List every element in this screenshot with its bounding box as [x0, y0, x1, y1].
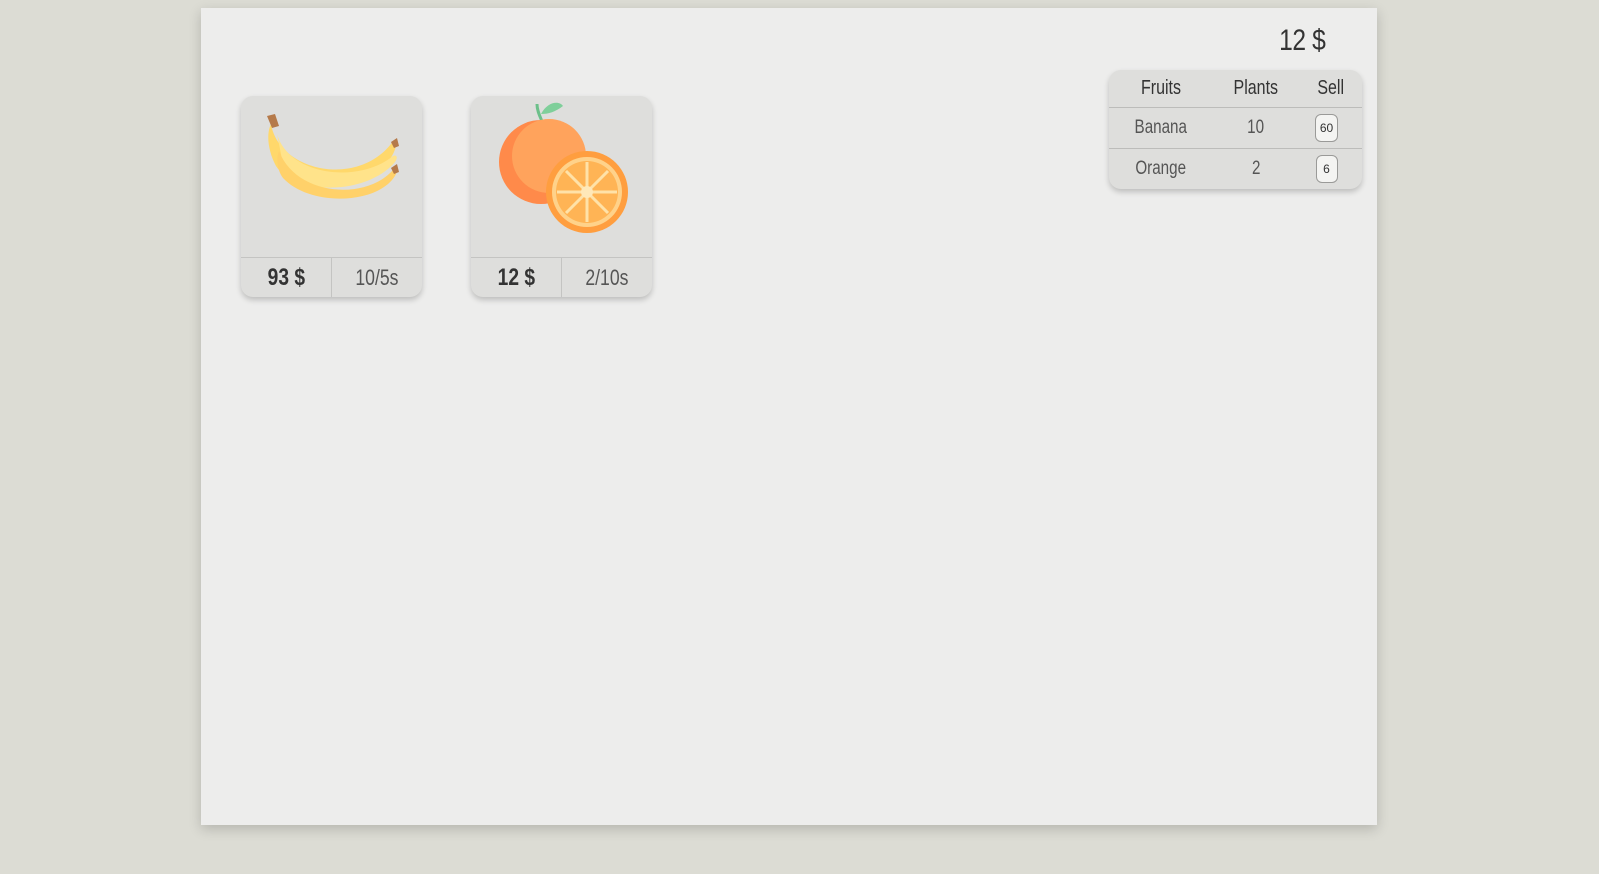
table-row: Banana 10 60 [1109, 107, 1362, 148]
price-label: 93 $ [241, 258, 332, 297]
orange-icon [471, 96, 652, 257]
money-counter: 12 $ [1278, 24, 1326, 57]
sell-button-banana[interactable]: 60 [1314, 114, 1339, 142]
rate-label: 2/10s [585, 264, 629, 290]
game-panel: 12 $ 93 $ 10/5s 12 $ 2/10s Fruits Plants… [201, 8, 1377, 825]
header-fruits: Fruits [1141, 77, 1181, 99]
sell-button-orange[interactable]: 6 [1315, 155, 1338, 183]
table-row: Orange 2 6 [1109, 148, 1362, 189]
header-plants: Plants [1233, 77, 1279, 99]
shop-card-banana[interactable]: 93 $ 10/5s [241, 96, 422, 297]
price-label: 12 $ [471, 258, 562, 297]
card-footer: 12 $ 2/10s [471, 257, 652, 297]
plant-count: 2 [1251, 158, 1261, 179]
fruit-stats-table: Fruits Plants Sell Banana 10 60 Orange 2… [1109, 70, 1362, 189]
table-header: Fruits Plants Sell [1109, 70, 1362, 107]
fruit-name: Banana [1134, 117, 1188, 138]
fruit-name: Orange [1135, 158, 1187, 179]
card-footer: 93 $ 10/5s [241, 257, 422, 297]
rate-label: 10/5s [355, 264, 399, 290]
header-sell: Sell [1317, 77, 1344, 99]
banana-icon [241, 96, 422, 257]
plant-count: 10 [1247, 117, 1265, 138]
shop-card-orange[interactable]: 12 $ 2/10s [471, 96, 652, 297]
